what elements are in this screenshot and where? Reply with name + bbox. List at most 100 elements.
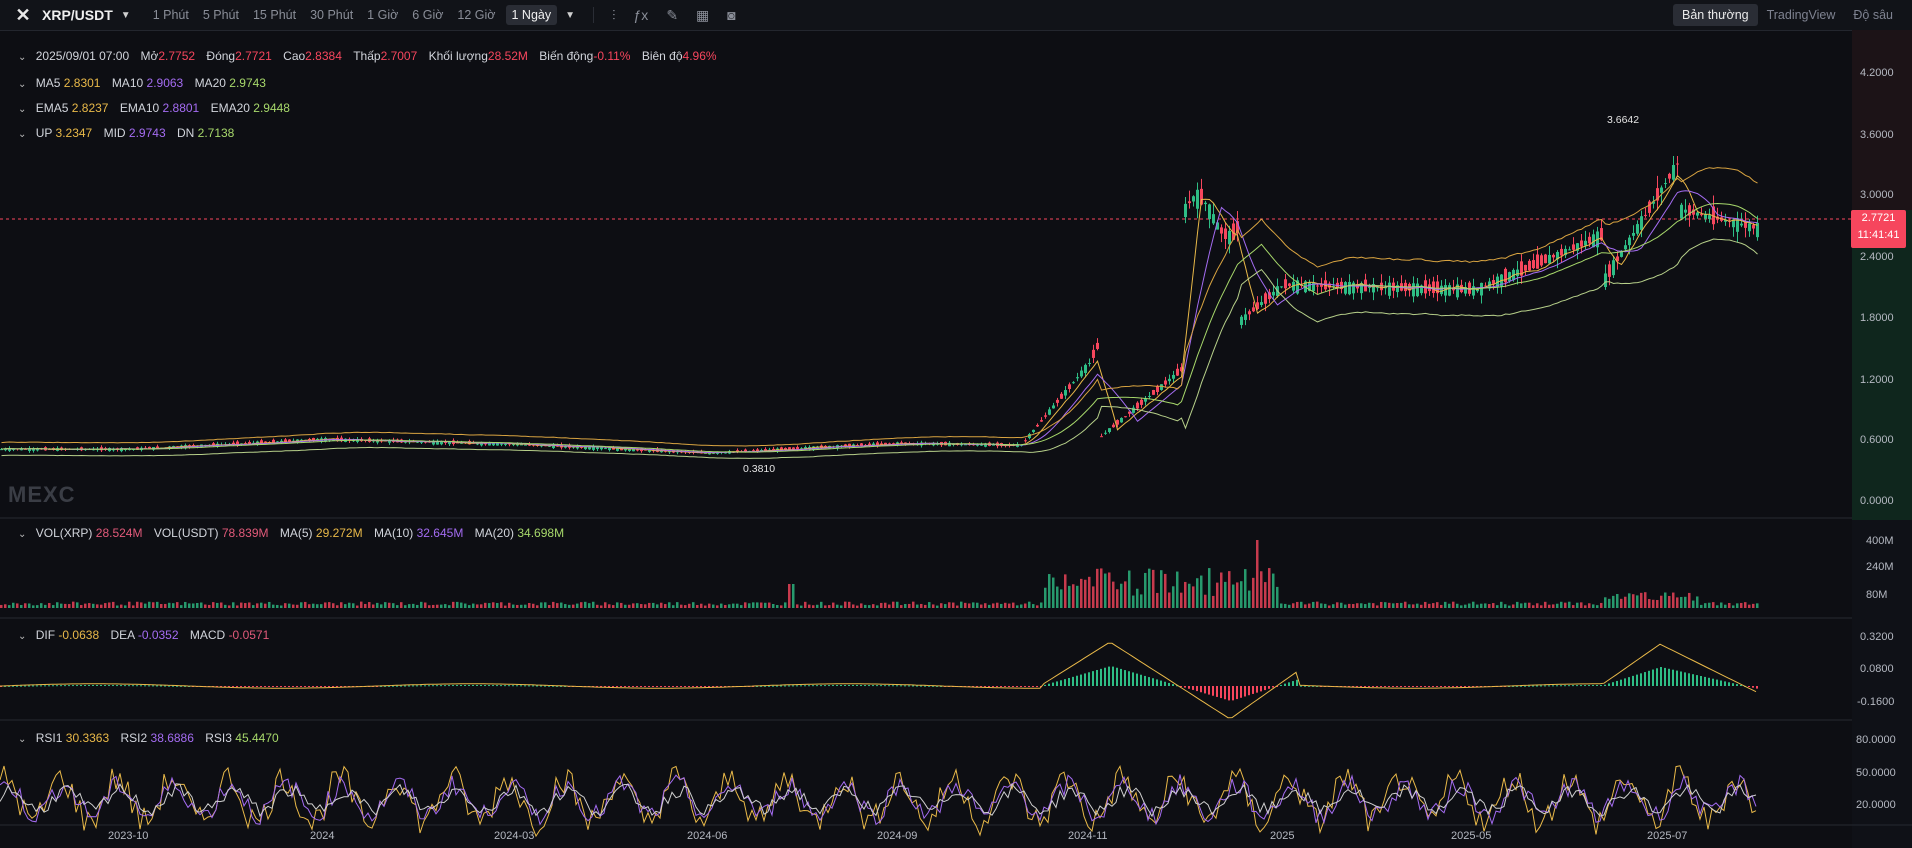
volume-bar — [1508, 605, 1511, 608]
volume-bar — [1660, 595, 1663, 608]
candle-body — [1516, 269, 1519, 277]
macd-bar — [992, 686, 994, 687]
volume-bar — [744, 602, 747, 608]
macd-bar — [888, 685, 890, 687]
chevron-down-icon[interactable]: ▼ — [121, 10, 131, 21]
macd-bar — [1604, 684, 1606, 686]
interval-5m[interactable]: 5 Phút — [203, 8, 239, 22]
volume-bar — [528, 603, 531, 608]
chevron-down-icon[interactable]: ⌄ — [18, 529, 26, 540]
volume-bar — [808, 604, 811, 608]
volume-bar — [600, 605, 603, 608]
volume-bar — [140, 602, 143, 608]
chevron-down-icon[interactable]: ⌄ — [18, 104, 26, 115]
volume-bar — [1432, 603, 1435, 608]
macd-bar — [1552, 685, 1554, 687]
candle-body — [1048, 409, 1051, 415]
volume-bar — [1428, 603, 1431, 608]
volume-layer — [0, 540, 1759, 608]
volume-bar — [416, 604, 419, 608]
volume-bar — [1708, 602, 1711, 608]
volume-bar — [192, 603, 195, 608]
interval-30m[interactable]: 30 Phút — [310, 8, 353, 22]
macd-bar — [1428, 686, 1430, 687]
chevron-down-icon[interactable]: ⌄ — [18, 734, 26, 745]
volume-bar — [688, 603, 691, 608]
chevron-down-icon[interactable]: ⌄ — [18, 52, 26, 63]
symbol-selector[interactable]: XRP/USDT — [42, 7, 113, 23]
chevron-down-icon[interactable]: ⌄ — [18, 631, 26, 642]
indicator-lines-layer — [1, 167, 1758, 459]
macd-bar — [1716, 679, 1718, 686]
volume-bar — [832, 602, 835, 608]
volume-bar — [248, 602, 251, 608]
candle-type-icon[interactable]: ⫶ — [612, 7, 616, 24]
volume-bar — [1740, 602, 1743, 608]
macd-bar — [840, 685, 842, 687]
interval-12h[interactable]: 12 Giờ — [457, 8, 495, 22]
candle-body — [1740, 223, 1743, 226]
layout-icon[interactable]: ▦ — [696, 7, 709, 24]
draw-icon[interactable]: ✎ — [666, 7, 678, 24]
candle-body — [1132, 407, 1135, 413]
volume-bar — [760, 602, 763, 608]
view-standard-tab[interactable]: Bản thường — [1672, 4, 1758, 26]
chart-canvas[interactable] — [0, 30, 1912, 848]
volume-bar — [1272, 573, 1275, 608]
volume-bar — [604, 602, 607, 608]
camera-icon[interactable]: ◙ — [727, 7, 735, 23]
interval-1d[interactable]: 1 Ngày — [505, 5, 558, 25]
ma5-label: MA5 — [35, 76, 61, 90]
candle-body — [1380, 282, 1383, 291]
macd-bar — [876, 685, 878, 687]
volume-bar — [316, 604, 319, 608]
view-switcher: Bản thường TradingView Độ sâu — [1672, 4, 1902, 26]
volume-bar — [228, 605, 231, 608]
volume-bar — [1596, 605, 1599, 608]
macd-bar — [1060, 680, 1062, 686]
volume-bar — [1244, 569, 1247, 608]
x-tick: 2025-07 — [1647, 830, 1688, 842]
macd-bar — [1204, 686, 1206, 694]
volume-bar — [1336, 602, 1339, 608]
candle-body — [1448, 285, 1451, 296]
macd-bar — [684, 686, 686, 687]
macd-bar — [1540, 685, 1542, 687]
volume-bar — [804, 601, 807, 608]
volume-bar — [1668, 595, 1671, 608]
candle-body — [1124, 416, 1127, 418]
chevron-down-icon[interactable]: ⌄ — [18, 79, 26, 90]
volume-bar — [584, 601, 587, 608]
macd-bar — [436, 685, 438, 687]
exchange-logo-icon: ✕ — [15, 4, 31, 25]
volume-bar — [340, 602, 343, 608]
interval-more-chevron-icon[interactable]: ▼ — [565, 10, 575, 21]
macd-bar — [1756, 686, 1758, 689]
interval-6h[interactable]: 6 Giờ — [412, 8, 443, 22]
interval-15m[interactable]: 15 Phút — [253, 8, 296, 22]
volume-bar — [1308, 603, 1311, 608]
indicator-icon[interactable]: ƒx — [634, 7, 649, 23]
view-tradingview-tab[interactable]: TradingView — [1758, 4, 1845, 26]
macd-bar — [896, 685, 898, 687]
x-tick: 2024-09 — [877, 830, 918, 842]
macd-bar — [492, 685, 494, 687]
volume-bar — [1116, 589, 1119, 608]
macd-bar — [1108, 666, 1110, 686]
candle-body — [1680, 204, 1683, 219]
ma5-value: 2.8301 — [63, 76, 101, 90]
volume-bar — [1652, 599, 1655, 608]
interval-1m[interactable]: 1 Phút — [153, 8, 189, 22]
view-depth-tab[interactable]: Độ sâu — [1844, 4, 1902, 26]
volume-bar — [1144, 572, 1147, 608]
macd-bar — [1640, 673, 1642, 686]
volume-bar — [592, 601, 595, 608]
volume-bar — [1028, 601, 1031, 608]
interval-1h[interactable]: 1 Giờ — [367, 8, 398, 22]
volume-bar — [596, 604, 599, 608]
chevron-down-icon[interactable]: ⌄ — [18, 129, 26, 140]
volume-bar — [1748, 604, 1751, 608]
volume-bar — [1672, 592, 1675, 608]
candle-body — [1636, 224, 1639, 234]
volume-bar — [1000, 603, 1003, 608]
